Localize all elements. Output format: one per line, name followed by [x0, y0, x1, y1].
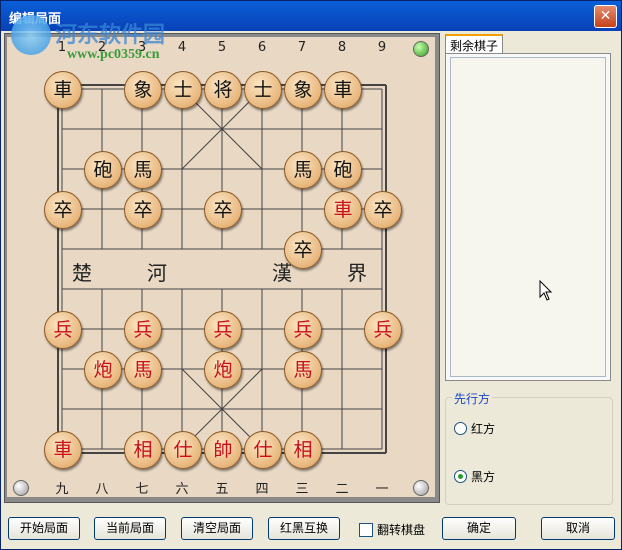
watermark-logo-icon: [11, 15, 51, 55]
remaining-pieces-area[interactable]: [450, 57, 606, 377]
tab-remaining-pieces[interactable]: 剩余棋子: [445, 34, 504, 55]
black-piece[interactable]: 将: [204, 71, 242, 109]
black-piece[interactable]: 車: [44, 71, 82, 109]
top-file-number: 8: [337, 40, 347, 55]
bottom-file-number: 五: [215, 482, 229, 497]
black-piece[interactable]: 士: [244, 71, 282, 109]
bottom-file-number: 一: [375, 482, 389, 497]
remaining-pieces-box: [445, 53, 611, 381]
first-move-title: 先行方: [452, 390, 493, 407]
black-piece[interactable]: 卒: [44, 191, 82, 229]
red-piece[interactable]: 相: [284, 431, 322, 469]
red-piece[interactable]: 仕: [164, 431, 202, 469]
black-piece[interactable]: 象: [284, 71, 322, 109]
chess-board[interactable]: 123456789九八七六五四三二一楚河漢界車象士将士象車砲馬馬砲卒卒卒車卒卒兵…: [7, 37, 435, 497]
bottom-file-number: 六: [175, 482, 189, 497]
red-piece[interactable]: 炮: [204, 351, 242, 389]
watermark-name: 河东软件园: [55, 22, 166, 48]
flip-board-box[interactable]: [359, 522, 373, 537]
river-label: 界: [347, 261, 367, 285]
radio-red-label: 红方: [471, 422, 496, 436]
red-piece[interactable]: 車: [44, 431, 82, 469]
red-piece[interactable]: 相: [124, 431, 162, 469]
radio-black-label: 黑方: [471, 470, 496, 484]
black-piece[interactable]: 砲: [84, 151, 122, 189]
red-piece[interactable]: 兵: [124, 311, 162, 349]
black-piece[interactable]: 車: [324, 71, 362, 109]
black-piece[interactable]: 象: [124, 71, 162, 109]
top-file-number: 7: [297, 40, 307, 55]
bottom-file-number: 四: [255, 482, 269, 497]
mouse-cursor-icon: [539, 280, 553, 301]
status-indicator-icon: [413, 41, 429, 57]
first-move-group: 先行方 红方 黑方: [445, 390, 613, 505]
black-piece[interactable]: 卒: [204, 191, 242, 229]
bottom-file-number: 七: [135, 482, 149, 497]
red-piece[interactable]: 兵: [44, 311, 82, 349]
current-position-button[interactable]: 当前局面: [94, 517, 166, 540]
radio-black-side[interactable]: 黑方: [454, 468, 495, 485]
close-button[interactable]: ✕: [594, 5, 617, 28]
red-piece[interactable]: 馬: [124, 351, 162, 389]
black-piece[interactable]: 馬: [124, 151, 162, 189]
watermark: 河东软件园 www.pc0359.cn: [11, 15, 221, 69]
flip-board-label: 翻转棋盘: [377, 523, 426, 537]
bottom-file-number: 二: [335, 482, 349, 497]
red-piece[interactable]: 兵: [284, 311, 322, 349]
red-piece[interactable]: 仕: [244, 431, 282, 469]
black-piece[interactable]: 士: [164, 71, 202, 109]
river-label: 楚: [72, 261, 92, 285]
radio-red-side[interactable]: 红方: [454, 420, 495, 437]
red-piece[interactable]: 車: [324, 191, 362, 229]
bottom-file-number: 九: [55, 482, 69, 497]
cancel-button[interactable]: 取消: [541, 517, 615, 540]
start-position-button[interactable]: 开始局面: [8, 517, 80, 540]
remaining-pieces-panel: 剩余棋子: [442, 33, 614, 385]
river-label: 河: [147, 261, 167, 285]
red-piece[interactable]: 兵: [204, 311, 242, 349]
black-piece[interactable]: 卒: [364, 191, 402, 229]
radio-black-indicator[interactable]: [454, 470, 467, 483]
red-piece[interactable]: 兵: [364, 311, 402, 349]
black-piece[interactable]: 馬: [284, 151, 322, 189]
edit-position-window: 编辑局面 ✕ 123456789九八七六五四三二一楚河漢界車象士将士象車砲馬馬砲…: [0, 0, 622, 550]
ok-button[interactable]: 确定: [442, 517, 516, 540]
corner-button[interactable]: [413, 480, 429, 496]
top-file-number: 9: [377, 40, 387, 55]
black-piece[interactable]: 卒: [284, 231, 322, 269]
corner-button[interactable]: [13, 480, 29, 496]
watermark-url: www.pc0359.cn: [67, 47, 160, 62]
black-piece[interactable]: 砲: [324, 151, 362, 189]
top-file-number: 6: [257, 40, 267, 55]
flip-board-checkbox[interactable]: 翻转棋盘: [359, 521, 425, 538]
clear-position-button[interactable]: 清空局面: [181, 517, 253, 540]
swap-sides-button[interactable]: 红黑互换: [268, 517, 340, 540]
bottom-file-number: 三: [295, 482, 309, 497]
red-piece[interactable]: 炮: [84, 351, 122, 389]
black-piece[interactable]: 卒: [124, 191, 162, 229]
radio-red-indicator[interactable]: [454, 422, 467, 435]
red-piece[interactable]: 馬: [284, 351, 322, 389]
red-piece[interactable]: 帥: [204, 431, 242, 469]
bottom-file-number: 八: [95, 482, 109, 497]
